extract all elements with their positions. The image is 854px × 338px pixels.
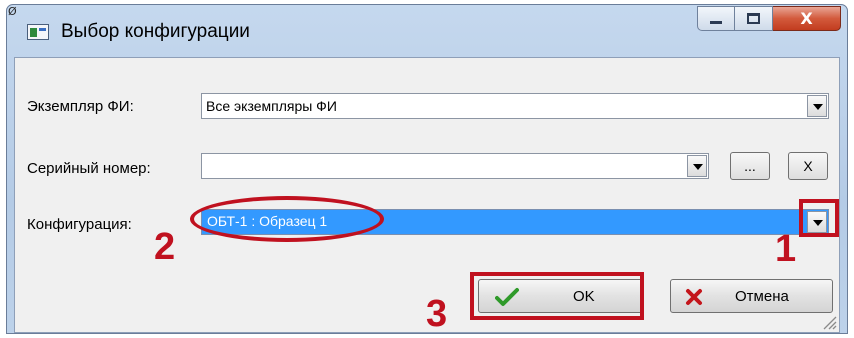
annotation-box-dropdown <box>799 199 839 237</box>
browse-button[interactable]: ... <box>730 152 770 180</box>
instance-label: Экземпляр ФИ: <box>27 98 134 115</box>
annotation-number-1: 1 <box>775 228 797 270</box>
annotation-number-3: 3 <box>426 293 448 335</box>
instance-combo[interactable]: Все экземпляры ФИ <box>201 93 829 119</box>
maximize-button[interactable] <box>735 6 773 31</box>
serial-combo[interactable] <box>201 153 709 179</box>
chevron-down-icon[interactable] <box>687 155 707 177</box>
annotation-box-ok <box>470 272 644 320</box>
close-button[interactable]: X <box>773 6 841 31</box>
corner-mark: Ø <box>8 5 17 18</box>
title-bar[interactable]: Ø Выбор конфигурации X <box>7 5 847 57</box>
resize-grip-icon[interactable] <box>821 314 837 330</box>
app-icon <box>27 24 49 40</box>
config-label: Конфигурация: <box>27 216 132 233</box>
serial-label: Серийный номер: <box>27 160 151 177</box>
close-icon: X <box>800 9 813 28</box>
chevron-down-icon[interactable] <box>807 95 827 117</box>
instance-value: Все экземпляры ФИ <box>206 98 337 114</box>
window-title: Выбор конфигурации <box>61 21 250 42</box>
maximize-icon <box>747 13 760 24</box>
dialog-content: Экземпляр ФИ: Все экземпляры ФИ Серийный… <box>14 57 840 333</box>
clear-button[interactable]: X <box>788 152 828 180</box>
minimize-icon <box>710 21 722 24</box>
caption-buttons: X <box>697 6 841 31</box>
dialog-window: Ø Выбор конфигурации X Экземпляр ФИ: Все… <box>6 4 848 334</box>
cancel-label: Отмена <box>735 288 789 305</box>
cancel-button[interactable]: Отмена <box>670 279 833 313</box>
minimize-button[interactable] <box>697 6 735 31</box>
annotation-number-2: 2 <box>154 226 176 268</box>
annotation-ellipse <box>190 196 384 242</box>
cancel-icon <box>686 289 702 305</box>
